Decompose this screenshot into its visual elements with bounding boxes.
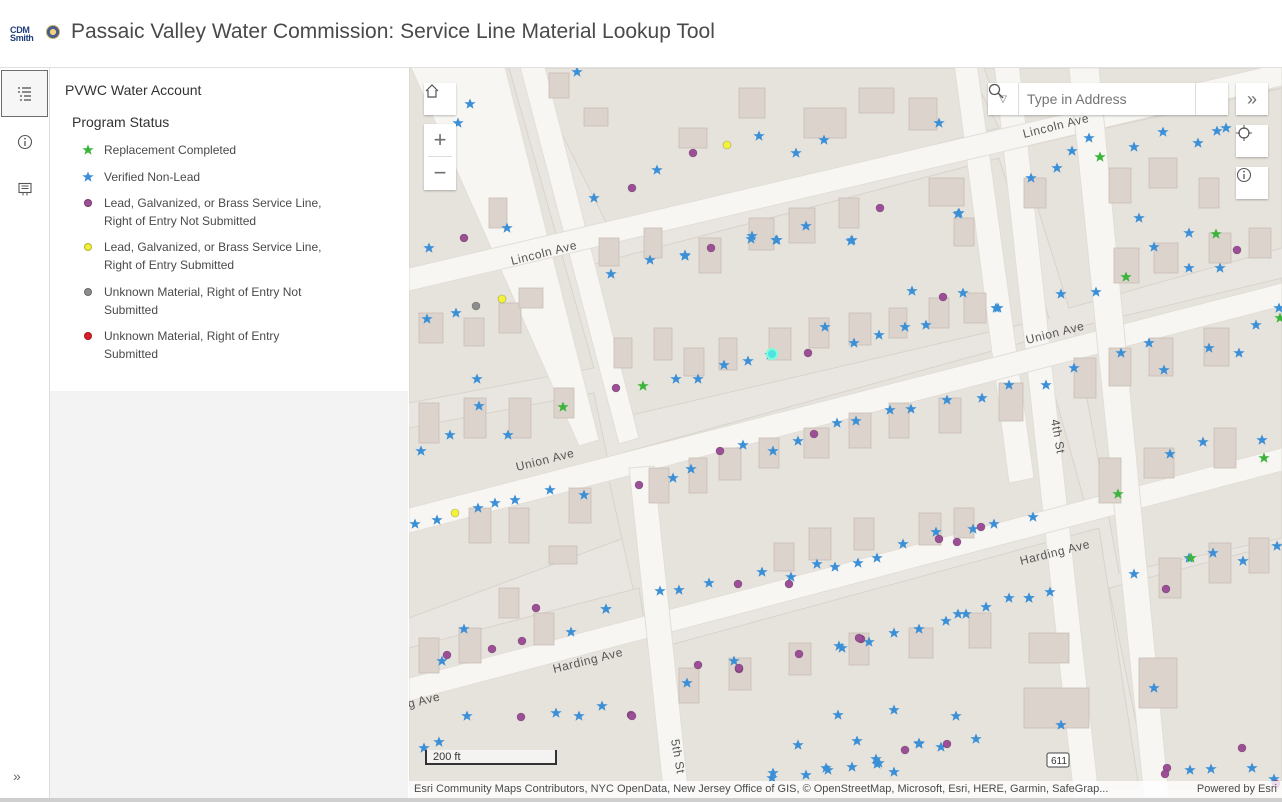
legend-group-title: Program Status (72, 114, 170, 130)
lead-not-submitted-marker[interactable] (706, 243, 716, 253)
lead-not-submitted-marker[interactable] (627, 183, 637, 193)
lead-not-submitted-marker[interactable] (715, 446, 725, 456)
route-shield-icon: 611 (1046, 752, 1070, 768)
unknown-not-submitted-marker[interactable] (471, 301, 481, 311)
lead-not-submitted-marker[interactable] (1161, 584, 1171, 594)
attribution-text[interactable]: Esri Community Maps Contributors, NYC Op… (414, 781, 1184, 798)
lead-not-submitted-marker[interactable] (688, 148, 698, 158)
zoom-in-button[interactable]: + (424, 124, 456, 156)
lead-not-submitted-marker[interactable] (1232, 245, 1242, 255)
lead-not-submitted-marker[interactable] (794, 649, 804, 659)
double-chevron-icon: » (13, 768, 21, 784)
app-header: CDM Smith Passaic Valley Water Commissio… (0, 0, 1282, 68)
lead-not-submitted-marker[interactable] (459, 233, 469, 243)
legend: PVWC Water Account Program Status Replac… (50, 68, 408, 391)
lead-not-submitted-marker[interactable] (627, 711, 637, 721)
legend-action-button[interactable] (1, 70, 48, 117)
legend-icon (17, 86, 31, 101)
lead-not-submitted-marker[interactable] (516, 712, 526, 722)
double-chevron-right-icon: » (1246, 88, 1257, 109)
powered-by-esri[interactable]: Powered by Esri (1197, 781, 1277, 798)
lead-not-submitted-marker[interactable] (934, 534, 944, 544)
home-button[interactable] (424, 83, 456, 115)
lead-not-submitted-marker[interactable] (693, 660, 703, 670)
legend-item: Replacement Completed (80, 141, 380, 159)
legend-item: Unknown Material, Right of Entry Not Sub… (80, 283, 380, 319)
app-title: Passaic Valley Water Commission: Service… (71, 20, 715, 43)
lead-not-submitted-marker[interactable] (517, 636, 527, 646)
lead-not-submitted-marker[interactable] (976, 522, 986, 532)
lead-not-submitted-marker[interactable] (531, 603, 541, 613)
legend-panel: PVWC Water Account Program Status Replac… (50, 68, 408, 798)
legend-item: Verified Non-Lead (80, 168, 380, 186)
address-search: ▽ (988, 83, 1228, 115)
lead-not-submitted-marker[interactable] (854, 633, 864, 643)
legend-item: Lead, Galvanized, or Brass Service Line,… (80, 194, 380, 230)
attribution-bar: Esri Community Maps Contributors, NYC Op… (409, 781, 1282, 798)
lead-not-submitted-marker[interactable] (733, 579, 743, 589)
layers-action-button[interactable] (1, 165, 48, 212)
about-action-button[interactable] (1, 118, 48, 165)
logo-text-bottom: Smith (10, 33, 34, 43)
blue-star-icon (80, 169, 96, 185)
lead-not-submitted-marker[interactable] (1160, 769, 1170, 779)
search-button[interactable] (988, 83, 1228, 115)
locate-button[interactable] (1236, 125, 1268, 157)
lead-not-submitted-marker[interactable] (803, 348, 813, 358)
lead-not-submitted-marker[interactable] (487, 644, 497, 654)
legend-item-label: Verified Non-Lead (104, 170, 201, 184)
lead-not-submitted-marker[interactable] (784, 579, 794, 589)
legend-item-label: Unknown Material, Right of Entry Submitt… (104, 329, 280, 361)
legend-item: Lead, Galvanized, or Brass Service Line,… (80, 238, 380, 274)
search-icon (988, 83, 1004, 99)
info-icon (17, 134, 32, 149)
home-icon (425, 84, 439, 98)
map-info-button[interactable] (1236, 167, 1268, 199)
expand-panel-button[interactable]: » (1236, 83, 1268, 115)
lead-submitted-marker[interactable] (497, 294, 507, 304)
legend-item-label: Lead, Galvanized, or Brass Service Line,… (104, 196, 322, 228)
lead-not-submitted-marker[interactable] (900, 745, 910, 755)
yellow-dot-icon (80, 239, 96, 255)
action-bar: » (0, 68, 50, 798)
lead-not-submitted-marker[interactable] (1237, 743, 1247, 753)
selected-feature-marker[interactable] (766, 348, 778, 360)
lead-not-submitted-marker[interactable] (875, 203, 885, 213)
expand-action-bar-button[interactable]: » (13, 768, 21, 784)
lead-not-submitted-marker[interactable] (442, 650, 452, 660)
red-dot-icon (80, 328, 96, 344)
svg-text:611: 611 (1051, 756, 1067, 767)
minus-icon: − (433, 160, 447, 185)
legend-item-label: Replacement Completed (104, 143, 237, 157)
map-view[interactable]: Lincoln Ave Lincoln Ave Union Ave Union … (409, 68, 1282, 798)
bottom-strip (0, 798, 1282, 802)
lead-not-submitted-marker[interactable] (809, 429, 819, 439)
lead-not-submitted-marker[interactable] (952, 537, 962, 547)
lead-submitted-marker[interactable] (722, 140, 732, 150)
scale-bar: 200 ft (425, 750, 557, 765)
search-input[interactable] (1019, 83, 1195, 115)
lead-not-submitted-marker[interactable] (938, 292, 948, 302)
map-layers-icon (17, 182, 32, 195)
legend-layer-title: PVWC Water Account (65, 82, 202, 98)
lead-not-submitted-marker[interactable] (734, 663, 744, 673)
zoom-control: + − (424, 124, 456, 190)
legend-item: Unknown Material, Right of Entry Submitt… (80, 327, 380, 363)
legend-item-label: Lead, Galvanized, or Brass Service Line,… (104, 240, 322, 272)
lead-not-submitted-marker[interactable] (634, 480, 644, 490)
basemap[interactable]: Lincoln Ave Lincoln Ave Union Ave Union … (409, 68, 1282, 798)
lead-not-submitted-marker[interactable] (942, 739, 952, 749)
green-star-icon (80, 142, 96, 158)
pvwc-seal-icon (46, 25, 60, 39)
lead-submitted-marker[interactable] (450, 508, 460, 518)
gray-dot-icon (80, 284, 96, 300)
purple-dot-icon (80, 195, 96, 211)
cdm-smith-logo: CDM Smith (10, 26, 34, 43)
zoom-out-button[interactable]: − (424, 157, 456, 189)
info-icon (1236, 167, 1252, 183)
locate-icon (1236, 125, 1252, 141)
legend-item-label: Unknown Material, Right of Entry Not Sub… (104, 285, 302, 317)
plus-icon: + (433, 127, 447, 152)
lead-not-submitted-marker[interactable] (611, 383, 621, 393)
